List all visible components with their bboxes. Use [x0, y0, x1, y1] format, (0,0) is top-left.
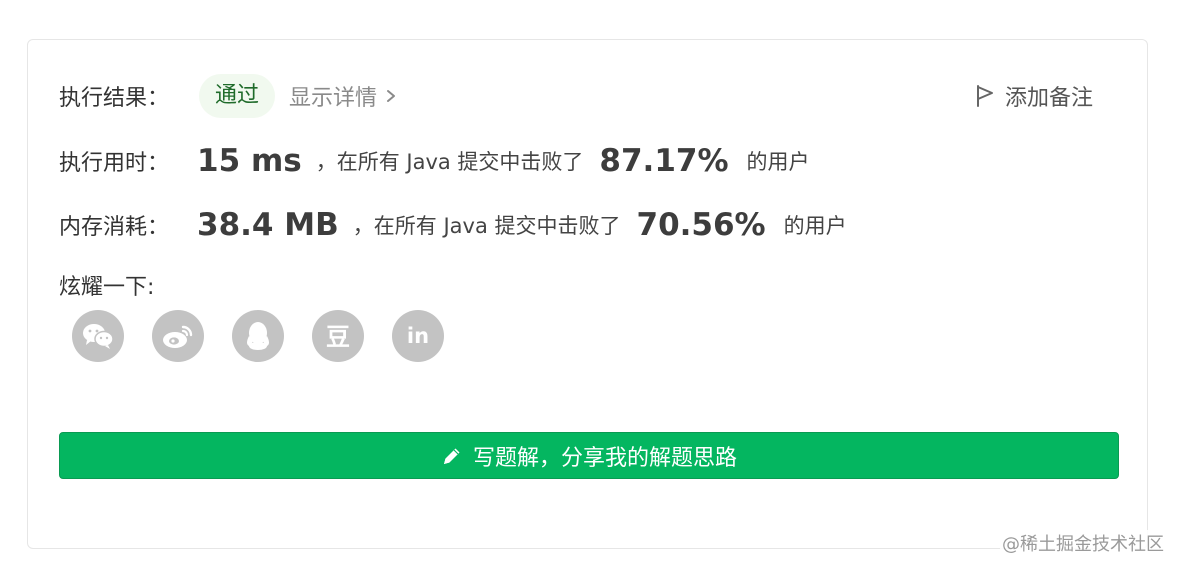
share-douban-button[interactable]: 豆	[312, 310, 364, 362]
wechat-icon	[83, 324, 114, 349]
result-row: 执行结果： 通过 显示详情	[59, 74, 397, 118]
runtime-value: 15 ms	[197, 143, 302, 179]
runtime-row: 执行用时： 15 ms ，在所有 Java 提交中击败了 87.17% 的用户	[59, 138, 810, 184]
runtime-percent: 87.17%	[599, 143, 729, 179]
flag-icon	[976, 85, 993, 107]
memory-tail-text: 的用户	[783, 214, 847, 238]
share-row: 炫耀一下:	[59, 268, 154, 302]
runtime-label: 执行用时：	[59, 151, 170, 176]
qq-icon	[247, 322, 269, 350]
douban-glyph: 豆	[326, 323, 350, 351]
share-linkedin-button[interactable]: in	[392, 310, 444, 362]
submission-result-card: 执行结果： 通过 显示详情 添加备注 执行用时： 15 ms ，在所有 Java…	[27, 39, 1148, 549]
runtime-tail-text: 的用户	[746, 150, 810, 174]
write-solution-button[interactable]: 写题解，分享我的解题思路	[59, 432, 1119, 479]
chevron-right-icon	[387, 90, 396, 102]
share-buttons: 豆 in	[72, 310, 472, 362]
runtime-middle-text: ，在所有 Java 提交中击败了	[315, 150, 584, 174]
linkedin-glyph: in	[407, 324, 429, 348]
weibo-icon	[163, 325, 193, 348]
write-solution-label: 写题解，分享我的解题思路	[472, 445, 737, 471]
share-label: 炫耀一下:	[59, 275, 155, 300]
show-details-label: 显示详情	[289, 86, 378, 111]
douban-icon: 豆	[326, 323, 350, 351]
memory-row: 内存消耗： 38.4 MB ，在所有 Java 提交中击败了 70.56% 的用…	[59, 202, 847, 248]
memory-middle-text: ，在所有 Java 提交中击败了	[352, 214, 621, 238]
linkedin-icon: in	[407, 324, 429, 348]
share-qq-button[interactable]	[232, 310, 284, 362]
add-note-button[interactable]: 添加备注	[975, 74, 1093, 118]
pencil-icon	[443, 448, 460, 464]
show-details-link[interactable]: 显示详情	[289, 80, 397, 112]
memory-label: 内存消耗：	[59, 215, 170, 240]
memory-value: 38.4 MB	[197, 207, 339, 243]
add-note-label: 添加备注	[1004, 86, 1093, 111]
status-badge: 通过	[199, 74, 276, 118]
share-weibo-button[interactable]	[152, 310, 204, 362]
result-label: 执行结果：	[59, 86, 170, 111]
share-wechat-button[interactable]	[72, 310, 124, 362]
memory-percent: 70.56%	[636, 207, 766, 243]
watermark: @稀土掘金技术社区	[1000, 530, 1166, 556]
